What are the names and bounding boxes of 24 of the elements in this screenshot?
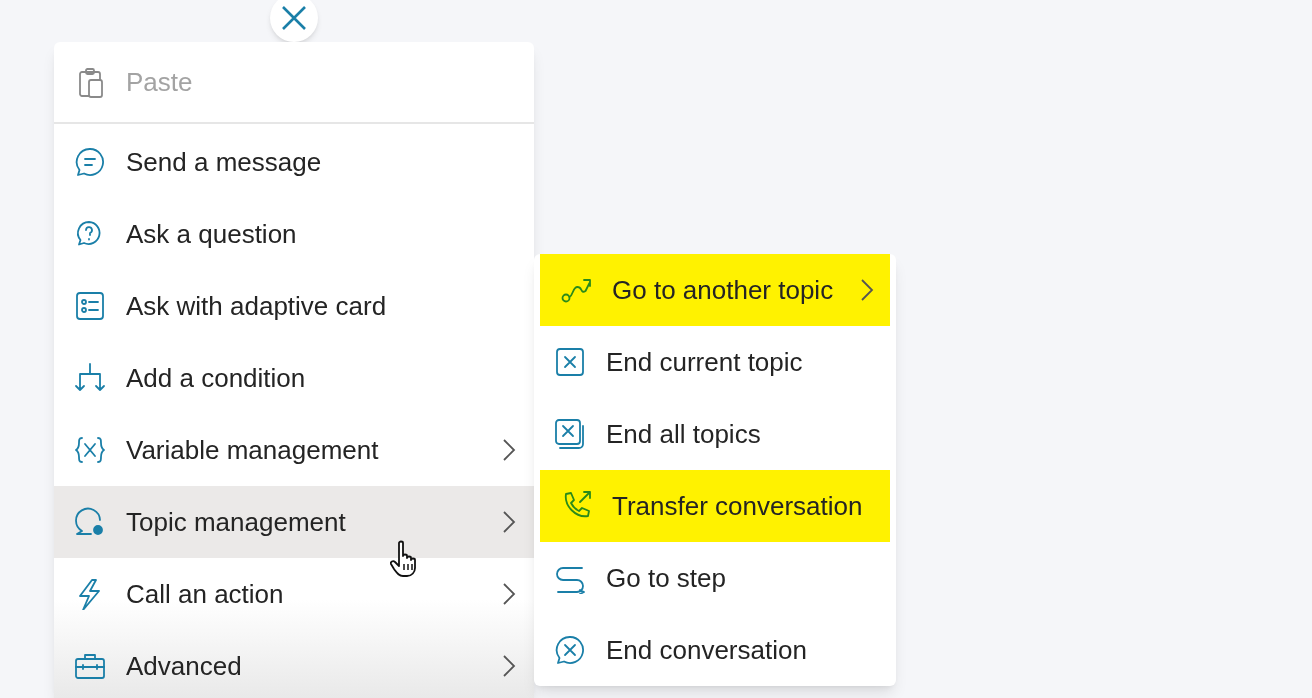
branch-icon	[74, 362, 106, 394]
menu-item[interactable]: Variable management	[54, 414, 534, 486]
menu-item[interactable]: Ask with adaptive card	[54, 270, 534, 342]
list-card-icon	[74, 290, 106, 322]
bubble-gear-icon	[74, 506, 106, 538]
speech-bubble-icon	[74, 146, 106, 178]
x-square-icon	[554, 346, 586, 378]
menu-item[interactable]: Send a message	[54, 126, 534, 198]
close-button[interactable]	[270, 0, 318, 42]
submenu-item[interactable]: Go to another topic	[540, 254, 890, 326]
stacked-x-square-icon	[554, 418, 586, 450]
menu-item[interactable]: Call an action	[54, 558, 534, 630]
menu-item[interactable]: Topic management	[54, 486, 534, 558]
submenu-item[interactable]: End all topics	[534, 398, 896, 470]
menu-item[interactable]: Advanced	[54, 630, 534, 698]
close-icon	[281, 5, 307, 31]
submenu-item[interactable]: Go to step	[534, 542, 896, 614]
menu-item[interactable]: Add a condition	[54, 342, 534, 414]
submenu-item[interactable]: End current topic	[534, 326, 896, 398]
menu-item[interactable]: Ask a question	[54, 198, 534, 270]
x-bubble-icon	[554, 634, 586, 666]
braces-icon	[74, 434, 106, 466]
submenu-item[interactable]: End conversation	[534, 614, 896, 686]
submenu-item[interactable]: Transfer conversation	[540, 470, 890, 542]
